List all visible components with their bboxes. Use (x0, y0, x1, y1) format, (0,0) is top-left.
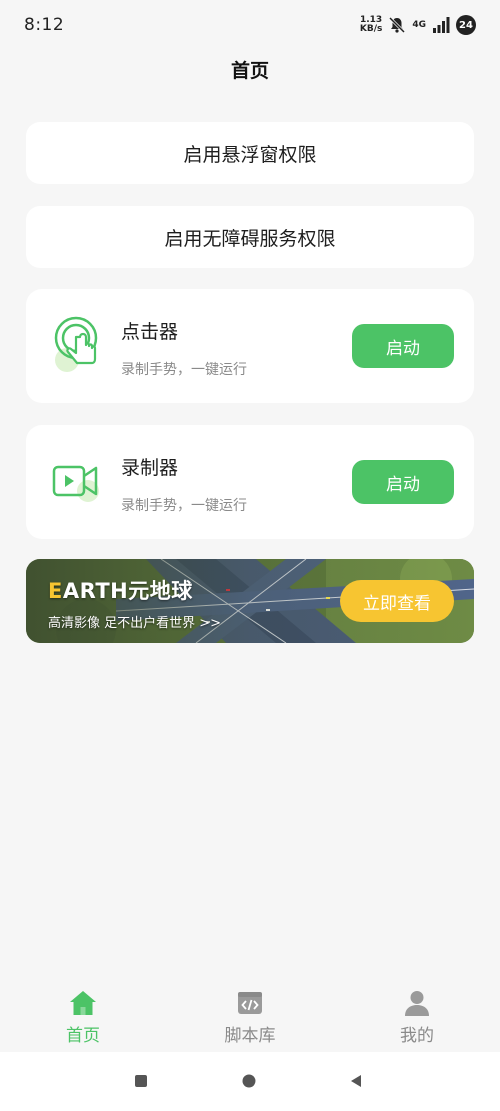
bottom-nav: 首页 脚本库 我的 (0, 980, 500, 1052)
nav-home-label: 首页 (66, 1026, 100, 1046)
accessibility-permission-button[interactable]: 启用无障碍服务权限 (26, 206, 474, 268)
home-circle-icon[interactable] (241, 1073, 257, 1089)
float-window-permission-button[interactable]: 启用悬浮窗权限 (26, 122, 474, 184)
nav-scripts-label: 脚本库 (224, 1026, 276, 1046)
recorder-description: 录制手势，一键运行 (121, 498, 247, 514)
earth-banner[interactable]: EARTH元地球 高清影像 足不出户看世界 >> 立即查看 (26, 559, 474, 643)
status-time: 8:12 (24, 15, 65, 35)
clicker-start-label: 启动 (386, 338, 420, 359)
float-window-permission-label: 启用悬浮窗权限 (183, 143, 317, 166)
code-icon (238, 992, 262, 1014)
bell-muted-icon (389, 16, 406, 34)
signal-icon (433, 17, 450, 33)
home-icon (70, 991, 96, 1015)
view-now-button[interactable]: 立即查看 (340, 580, 454, 622)
status-bar: 8:12 1.13 KB/s 4G 24 (0, 0, 500, 50)
network-speed-unit: KB/s (359, 24, 383, 34)
clicker-title: 点击器 (121, 321, 179, 343)
recorder-card: 录制器 录制手势，一键运行 启动 (26, 425, 474, 539)
network-speed: 1.13 KB/s (360, 16, 382, 34)
banner-title: EARTH元地球 (48, 575, 193, 605)
back-triangle-icon[interactable] (348, 1073, 364, 1089)
video-camera-icon (52, 465, 99, 502)
view-now-label: 立即查看 (363, 593, 431, 614)
recorder-start-label: 启动 (386, 474, 420, 495)
nav-mine[interactable]: 我的 (362, 988, 472, 1050)
clicker-description: 录制手势，一键运行 (121, 362, 247, 378)
status-icons: 1.13 KB/s 4G 24 (360, 15, 476, 35)
system-nav-bar (0, 1052, 500, 1111)
banner-subtitle: 高清影像 足不出户看世界 >> (48, 616, 222, 631)
clicker-card: 点击器 录制手势，一键运行 启动 (26, 289, 474, 403)
battery-badge: 24 (456, 15, 476, 35)
nav-mine-label: 我的 (400, 1026, 434, 1046)
nav-scripts[interactable]: 脚本库 (195, 988, 305, 1050)
recent-apps-icon[interactable] (133, 1073, 149, 1089)
banner-title-rest: ARTH元地球 (62, 579, 193, 603)
recorder-title: 录制器 (121, 457, 179, 479)
clicker-start-button[interactable]: 启动 (352, 324, 454, 368)
tap-gesture-icon (54, 316, 98, 372)
banner-title-first-letter: E (48, 579, 63, 603)
accessibility-permission-label: 启用无障碍服务权限 (164, 227, 336, 250)
nav-home[interactable]: 首页 (28, 988, 138, 1050)
page-title: 首页 (230, 60, 269, 82)
user-icon (405, 991, 429, 1016)
network-type: 4G (412, 20, 426, 30)
recorder-start-button[interactable]: 启动 (352, 460, 454, 504)
